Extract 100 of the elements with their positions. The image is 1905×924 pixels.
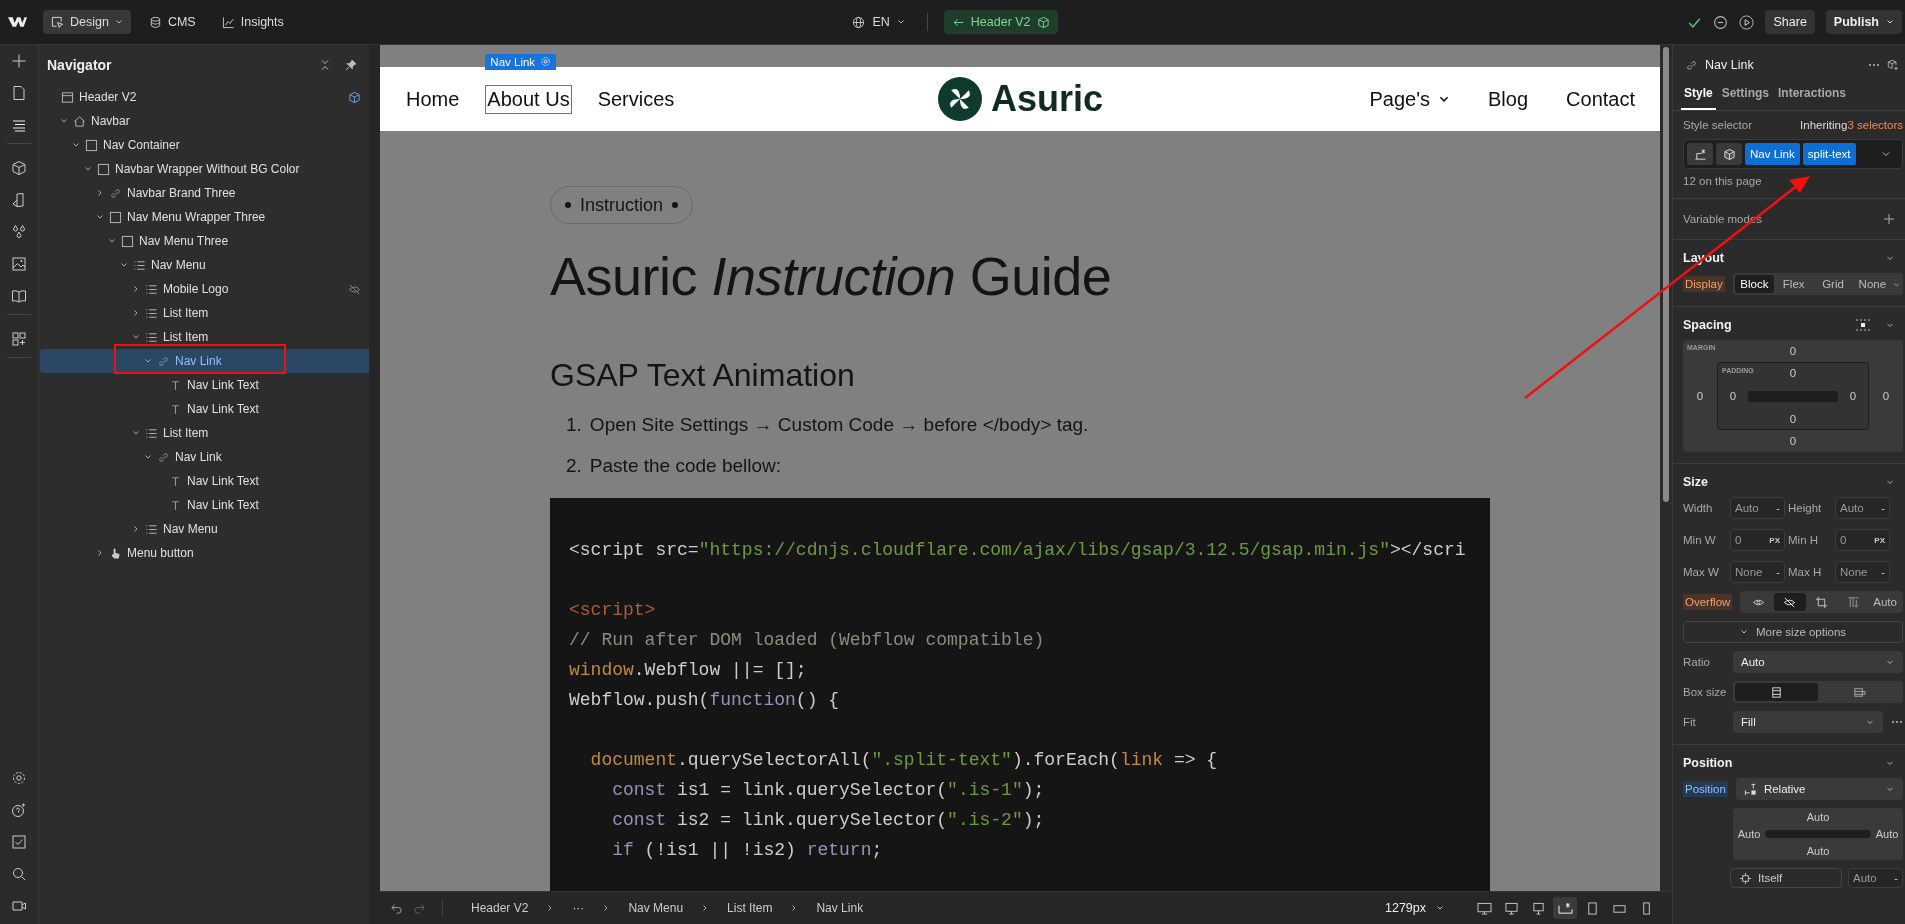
box-size-control[interactable] xyxy=(1733,681,1903,703)
search-icon[interactable] xyxy=(11,866,27,882)
size-input[interactable]: Auto xyxy=(1840,502,1882,514)
selector-field[interactable]: Nav Link split-text xyxy=(1683,139,1903,169)
mode-button[interactable]: CMS xyxy=(140,10,204,34)
z-index-input[interactable]: Auto xyxy=(1853,872,1895,884)
chevron-down-icon[interactable] xyxy=(60,117,68,125)
fit-dropdown[interactable]: Fill xyxy=(1733,711,1883,733)
offset-value[interactable]: Auto xyxy=(1806,810,1830,823)
chevron-down-icon[interactable] xyxy=(132,429,140,437)
nav-dropdown[interactable]: Page's xyxy=(1367,84,1453,114)
breadcrumb[interactable]: Nav Menu xyxy=(620,901,692,915)
navigator-item[interactable]: Nav Menu xyxy=(40,517,369,541)
more-options-button[interactable]: More size options xyxy=(1683,621,1903,643)
mode-button[interactable]: Insights xyxy=(213,10,292,34)
page-icon[interactable] xyxy=(11,85,27,101)
chevron-down-icon[interactable] xyxy=(108,237,116,245)
size-input[interactable]: 0 xyxy=(1735,534,1770,546)
inherited-selectors-link[interactable]: 3 selectors xyxy=(1847,119,1903,131)
breadcrumb[interactable]: ··· xyxy=(564,901,593,915)
z-index-field[interactable]: Auto - xyxy=(1848,868,1903,888)
video-icon[interactable] xyxy=(11,898,27,914)
overflow-segmented-control[interactable]: Auto xyxy=(1740,591,1903,613)
scrollbar[interactable] xyxy=(1660,45,1672,891)
chevron-down-icon[interactable] xyxy=(144,357,152,365)
collapse-icon[interactable] xyxy=(319,59,331,71)
breadcrumb[interactable]: List Item xyxy=(719,901,781,915)
eye-slash-icon[interactable] xyxy=(348,282,361,296)
chevron-down-icon[interactable] xyxy=(132,333,140,341)
style-book-icon[interactable] xyxy=(11,192,27,208)
navigator-item[interactable]: Navbar Brand Three xyxy=(40,181,369,205)
nav-link[interactable]: Home xyxy=(404,84,462,114)
display-option[interactable]: Flex xyxy=(1774,275,1814,293)
nav-link[interactable]: Blog xyxy=(1486,84,1531,114)
panel-tab[interactable]: Style xyxy=(1681,82,1716,110)
help-icon[interactable] xyxy=(11,802,27,818)
size-field[interactable]: Auto - xyxy=(1730,497,1785,519)
size-input[interactable]: None xyxy=(1735,566,1777,578)
play-icon[interactable] xyxy=(1739,14,1755,30)
publish-button[interactable]: Publish xyxy=(1825,10,1902,34)
component-cube-icon[interactable] xyxy=(348,90,361,104)
class-chip[interactable]: split-text xyxy=(1802,143,1856,165)
margin-value[interactable]: 0 xyxy=(1696,390,1704,402)
locale-selector[interactable]: EN xyxy=(852,15,905,29)
chevron-down-icon[interactable] xyxy=(144,453,152,461)
pin-icon[interactable] xyxy=(345,59,357,71)
size-field[interactable]: None - xyxy=(1835,561,1890,583)
padding-value[interactable]: 0 xyxy=(1729,390,1737,402)
size-input[interactable]: 0 xyxy=(1840,534,1875,546)
nav-link[interactable]: Contact xyxy=(1564,84,1637,114)
chevron-right-icon[interactable] xyxy=(96,189,104,197)
component-button[interactable] xyxy=(1716,143,1742,165)
breadcrumb[interactable]: Header V2 xyxy=(463,901,537,915)
apps-add-icon[interactable] xyxy=(11,331,27,347)
size-field[interactable]: 0 PX xyxy=(1730,529,1785,551)
margin-value[interactable]: 0 xyxy=(1789,345,1797,357)
navigator-item[interactable]: Nav Link xyxy=(40,445,369,469)
box-size-option[interactable] xyxy=(1735,683,1818,701)
brand-name[interactable]: Asuric xyxy=(990,78,1103,120)
add-icon[interactable] xyxy=(11,53,27,69)
navigator-item[interactable]: Nav Menu Three xyxy=(40,229,369,253)
overflow-option[interactable] xyxy=(1774,593,1806,611)
image-icon[interactable] xyxy=(11,256,27,272)
comment-icon[interactable] xyxy=(1713,14,1729,30)
width-selector[interactable]: 1279px xyxy=(1385,901,1444,915)
chevron-down-icon[interactable] xyxy=(1881,149,1891,159)
brand-logo-icon[interactable] xyxy=(937,77,982,121)
offset-value[interactable]: Auto xyxy=(1806,845,1830,858)
margin-value[interactable]: 0 xyxy=(1882,390,1890,402)
cube-add-icon[interactable] xyxy=(1887,59,1899,71)
display-option[interactable]: None xyxy=(1852,275,1893,293)
position-dropdown[interactable]: Relative xyxy=(1735,778,1903,800)
chevron-right-icon[interactable] xyxy=(96,549,104,557)
book-icon[interactable] xyxy=(11,288,27,304)
size-field[interactable]: None - xyxy=(1730,561,1785,583)
chevron-right-icon[interactable] xyxy=(132,285,140,293)
panel-tab[interactable]: Settings xyxy=(1718,82,1773,110)
display-segmented-control[interactable]: Block Flex Grid None xyxy=(1732,273,1903,295)
navigator-item[interactable]: Mobile Logo xyxy=(40,277,369,301)
chevron-down-icon[interactable] xyxy=(84,165,92,173)
chevron-right-icon[interactable] xyxy=(132,309,140,317)
component-pill[interactable]: Header V2 xyxy=(943,10,1058,34)
navigator-item[interactable]: List Item xyxy=(40,421,369,445)
overflow-option[interactable]: Auto xyxy=(1869,593,1901,611)
navigator-item[interactable]: Nav Menu Wrapper Three xyxy=(40,205,369,229)
offset-value[interactable]: Auto xyxy=(1875,828,1899,840)
navigator-item[interactable]: List Item xyxy=(40,301,369,325)
navigator-item[interactable]: List Item xyxy=(40,325,369,349)
chevron-down-icon[interactable] xyxy=(96,213,104,221)
size-input[interactable]: None xyxy=(1840,566,1882,578)
share-button[interactable]: Share xyxy=(1765,10,1815,34)
size-input[interactable]: Auto xyxy=(1735,502,1777,514)
nav-link[interactable]: Services xyxy=(595,84,677,114)
navigator-item[interactable]: Nav Menu xyxy=(40,253,369,277)
ratio-dropdown[interactable]: Auto xyxy=(1733,651,1903,673)
chevron-down-icon[interactable] xyxy=(120,261,128,269)
navigator-item[interactable]: Nav Link Text xyxy=(40,373,369,397)
add-icon[interactable] xyxy=(1883,213,1895,225)
padding-value[interactable]: 0 xyxy=(1789,367,1797,379)
navigator-item[interactable]: Navbar Wrapper Without BG Color xyxy=(40,157,369,181)
